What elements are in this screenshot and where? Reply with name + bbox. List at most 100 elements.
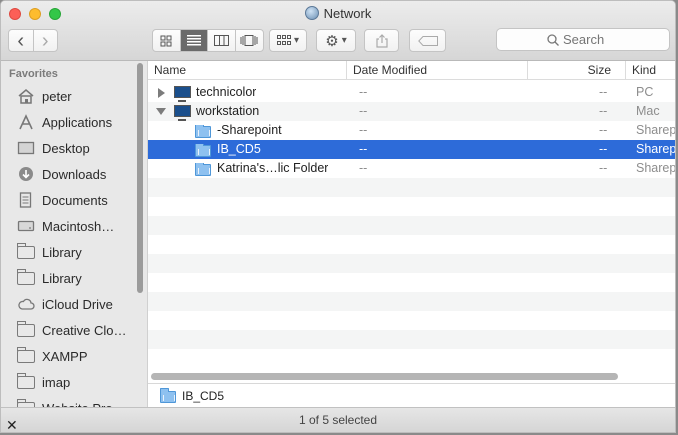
icon-view-icon [160,35,172,46]
row-name: IB_CD5 [217,142,261,156]
folder-icon [17,372,35,390]
sidebar: Favorites peter Applications Desktop Dow… [1,61,148,413]
row-name: -Sharepoint [217,123,282,137]
finder-window: Network ‹ › ▾ ⚙ ▾ Search Favorites peter… [0,0,676,433]
search-icon [547,33,559,46]
column-header-size[interactable]: Size [528,61,626,80]
sidebar-item-desktop[interactable]: Desktop [1,135,136,161]
row-date: -- [359,104,368,118]
empty-row [148,178,675,197]
row-date: -- [359,161,368,175]
folder-icon [17,268,35,286]
hard-drive-icon [17,218,35,234]
disclosure-triangle-icon[interactable] [156,108,166,115]
share-button[interactable] [364,29,399,52]
column-header: Name Date Modified Size Kind [148,61,675,80]
row-size: -- [599,142,608,156]
empty-row [148,349,675,368]
close-icon[interactable]: ✕ [6,413,18,432]
row-kind: Sharep [636,142,676,156]
list-view-icon [186,35,201,46]
downloads-icon [17,166,35,182]
column-header-kind[interactable]: Kind [626,61,675,80]
row-name: technicolor [196,85,257,99]
table-row-selected[interactable]: IB_CD5 -- -- Sharep [148,140,676,159]
network-globe-icon [304,6,319,20]
documents-icon [17,192,35,208]
empty-row [148,197,675,216]
cover-flow-view-button[interactable] [236,30,263,51]
column-header-date-modified[interactable]: Date Modified [347,61,528,80]
computer-icon [174,83,191,102]
empty-row [148,254,675,273]
applications-icon [17,114,35,130]
table-row[interactable]: -Sharepoint -- -- Sharep [148,121,676,140]
cloud-icon [17,296,35,312]
sidebar-item-documents[interactable]: Documents [1,187,136,213]
cover-flow-icon [240,35,258,46]
table-row[interactable]: technicolor -- -- PC [148,83,675,102]
folder-icon [17,320,35,338]
row-kind: PC [636,85,654,99]
row-kind: Sharep [636,123,676,137]
navigation-buttons: ‹ › [8,29,58,52]
title-bar: Network ‹ › ▾ ⚙ ▾ Search [1,1,675,61]
sidebar-item-downloads[interactable]: Downloads [1,161,136,187]
row-name: Katrina's…lic Folder [217,161,329,175]
sidebar-item-library-2[interactable]: Library [1,265,136,291]
sidebar-section-favorites: Favorites [9,68,58,80]
sidebar-item-applications[interactable]: Applications [1,109,136,135]
column-header-name[interactable]: Name [148,61,347,80]
sidebar-item-creative-cloud[interactable]: Creative Clo… [1,317,136,343]
row-kind: Sharep [636,161,676,175]
disclosure-triangle-icon[interactable] [158,88,165,98]
empty-row [148,311,675,330]
status-text: 1 of 5 selected [298,413,378,427]
table-row[interactable]: Katrina's…lic Folder -- -- Sharep [148,159,676,178]
column-view-button[interactable] [208,30,236,51]
row-date: -- [359,123,368,137]
action-button[interactable]: ⚙ ▾ [316,29,356,52]
sidebar-item-icloud-drive[interactable]: iCloud Drive [1,291,136,317]
tag-icon [417,35,438,46]
sidebar-scrollbar[interactable] [137,63,143,293]
forward-button[interactable]: › [34,30,58,51]
shared-folder-icon [160,387,176,403]
path-item-ib-cd5[interactable]: IB_CD5 [182,389,224,403]
empty-row [148,216,675,235]
view-mode-control [152,29,264,52]
back-button[interactable]: ‹ [9,30,34,51]
horizontal-scrollbar[interactable] [151,373,618,380]
gear-icon: ⚙ [325,32,339,50]
table-row[interactable]: workstation -- -- Mac [148,102,675,121]
row-kind: Mac [636,104,660,118]
arrange-button[interactable]: ▾ [269,29,307,52]
folder-icon [17,242,35,260]
sidebar-item-macintosh[interactable]: Macintosh… [1,213,136,239]
sidebar-item-library[interactable]: Library [1,239,136,265]
empty-row [148,292,675,311]
chevron-down-icon: ▾ [341,35,347,46]
sidebar-item-peter[interactable]: peter [1,83,136,109]
sidebar-item-imap[interactable]: imap [1,369,136,395]
empty-row [148,330,675,349]
icon-view-button[interactable] [153,30,181,51]
share-icon [375,33,388,48]
search-input[interactable] [563,32,619,47]
row-date: -- [359,85,368,99]
sidebar-item-xampp[interactable]: XAMPP [1,343,136,369]
home-icon [17,88,35,104]
tags-button[interactable] [409,29,446,52]
list-view-button[interactable] [180,30,208,51]
empty-row [148,235,675,254]
row-size: -- [599,161,608,175]
row-size: -- [599,104,608,118]
file-list: Name Date Modified Size Kind technicolor… [148,61,676,381]
empty-row [148,273,675,292]
status-bar: ✕ 1 of 5 selected [1,407,675,432]
search-field[interactable] [496,28,670,51]
chevron-down-icon: ▾ [293,35,300,46]
path-bar: IB_CD5 [148,383,675,407]
arrange-icon [276,35,291,45]
window-title: Network [1,6,675,21]
